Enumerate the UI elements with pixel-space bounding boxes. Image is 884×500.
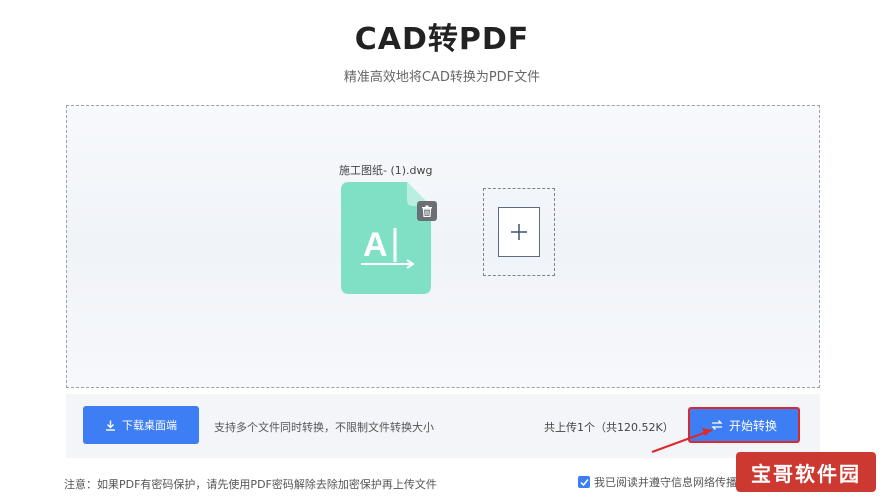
watermark-logo: 宝哥软件园: [736, 452, 876, 492]
download-desktop-button[interactable]: 下载桌面端: [83, 406, 199, 444]
page-title: CAD转PDF: [354, 22, 530, 57]
support-hint: 支持多个文件同时转换，不限制文件转换大小: [214, 421, 434, 434]
password-note: 注意：如果PDF有密码保护，请先使用PDF密码解除去除加密保护再上传文件: [64, 478, 437, 491]
check-icon: [579, 478, 589, 486]
action-bar: 下载桌面端 支持多个文件同时转换，不限制文件转换大小 共上传1个（共120.52…: [66, 394, 820, 458]
start-button-label: 开始转换: [728, 418, 777, 433]
page-subtitle: 精准高效地将CAD转换为PDF文件: [343, 70, 541, 85]
upload-dropzone[interactable]: 施工图纸- (1).dwg A: [66, 105, 820, 388]
start-convert-button[interactable]: 开始转换: [688, 407, 800, 443]
plus-icon: [511, 224, 527, 240]
cad-file-icon: A: [341, 182, 431, 298]
add-file-area[interactable]: [483, 188, 555, 276]
trash-icon: [422, 205, 432, 217]
convert-icon: [711, 420, 723, 430]
download-icon: [106, 420, 115, 431]
add-file-button[interactable]: [498, 207, 540, 257]
agree-checkbox[interactable]: [578, 476, 590, 488]
file-name: 施工图纸- (1).dwg: [339, 164, 433, 177]
uploaded-file-card: 施工图纸- (1).dwg A: [339, 158, 449, 298]
delete-file-button[interactable]: [417, 201, 437, 221]
agree-label: 我已阅读并遵守信息网络传播: [594, 476, 737, 489]
svg-text:A: A: [363, 226, 388, 264]
upload-count: 共上传1个（共120.52K）: [544, 421, 674, 434]
download-button-label: 下载桌面端: [122, 419, 177, 432]
agreement[interactable]: 我已阅读并遵守信息网络传播: [578, 474, 737, 490]
